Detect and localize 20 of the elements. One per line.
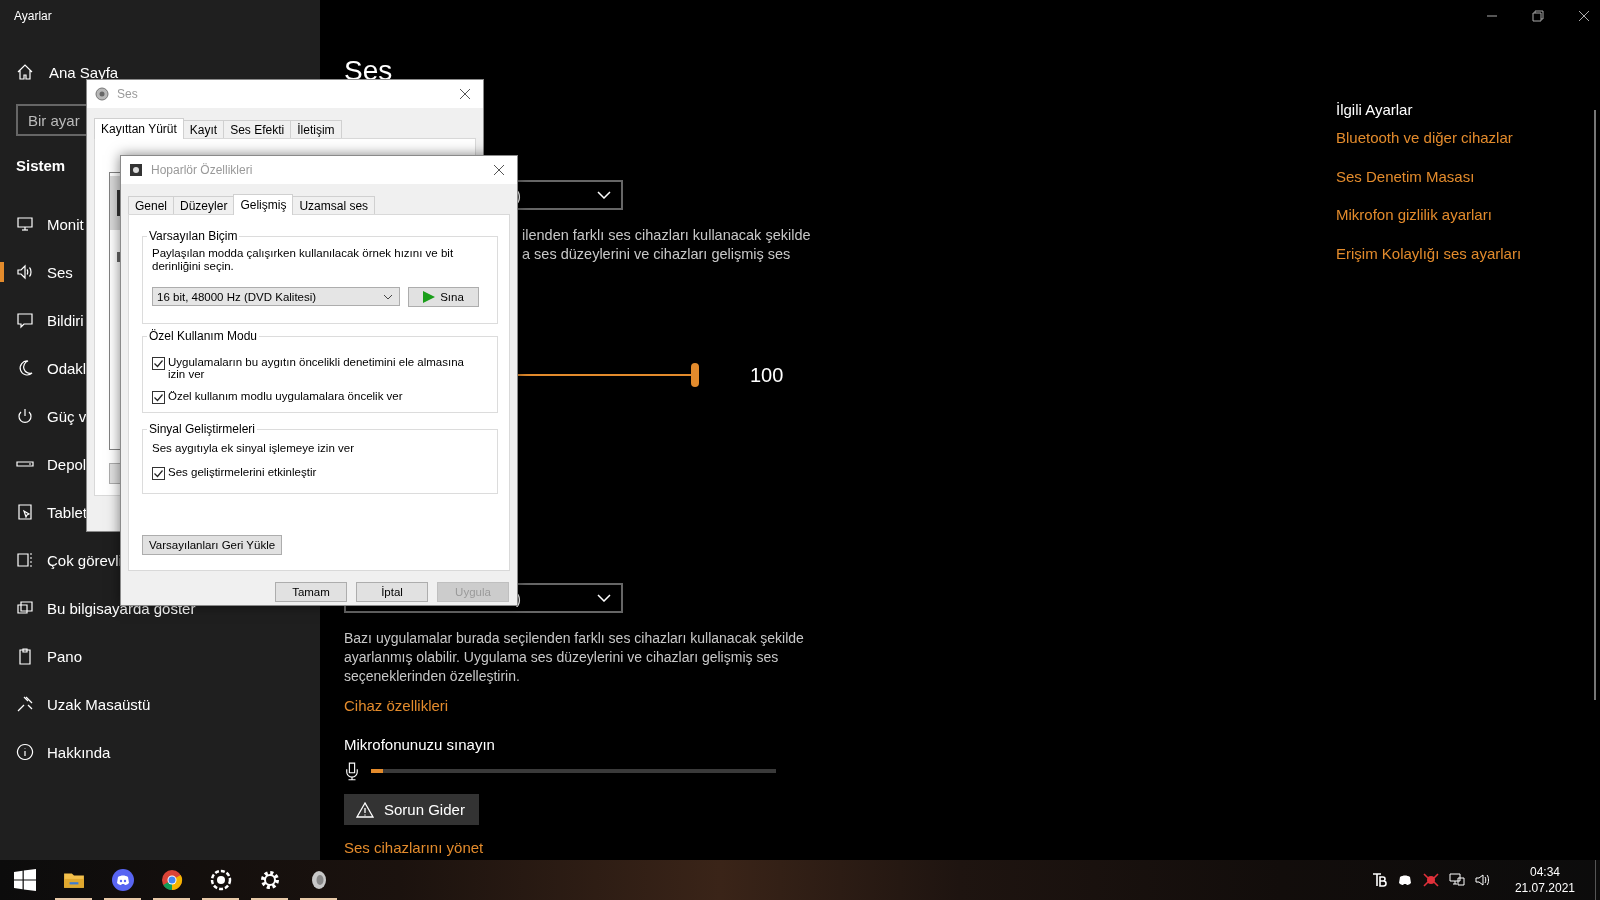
clock-time: 04:34: [1529, 864, 1560, 880]
mic-test-label: Mikrofonunuzu sınayın: [344, 735, 495, 755]
volume-reading: 100: [750, 363, 784, 387]
checkbox-label: Uygulamaların bu aygıtın öncelikli denetimini ele almasına izin ver: [168, 356, 465, 380]
group-title: Sinyal Geliştirmeleri: [148, 422, 257, 436]
clock-date: 21.07.2021: [1514, 880, 1575, 896]
section-heading: Sistem: [16, 156, 66, 174]
description-text: Ses aygıtıyla ek sinyal işlemeye izin ver: [152, 442, 355, 455]
group-title: Varsayılan Biçim: [148, 229, 239, 243]
related-settings-heading: İlgili Ayarlar: [1336, 100, 1413, 120]
group-title: Özel Kullanım Modu: [148, 329, 259, 343]
description-text: ilenden farklı ses cihazları kullanacak şekilde: [522, 226, 811, 245]
description-text: Bazı uygulamalar burada seçilenden farklı ses cihazları kullanacak şekilde ayarlanmış olabilir. Uygulama ses düzeylerini ve cihazları gelişmiş ses seçeneklerinden özelleştirin.: [344, 629, 805, 686]
dialog-title: Ses: [117, 87, 139, 101]
description-text: a ses düzeylerini ve cihazları gelişmiş ses: [522, 245, 792, 264]
dialog-title: Hoparlör Özellikleri: [151, 163, 254, 177]
checkbox-label: Özel kullanım modlu uygulamalara öncelik ver: [168, 390, 404, 402]
description-text: Paylaşılan modda çalışırken kullanılacak örnek hızını ve bit derinliğini seçin.: [152, 247, 455, 273]
app-title: Ayarlar: [14, 9, 52, 23]
checkbox-label: Ses geliştirmelerini etkinleştir: [168, 466, 318, 478]
